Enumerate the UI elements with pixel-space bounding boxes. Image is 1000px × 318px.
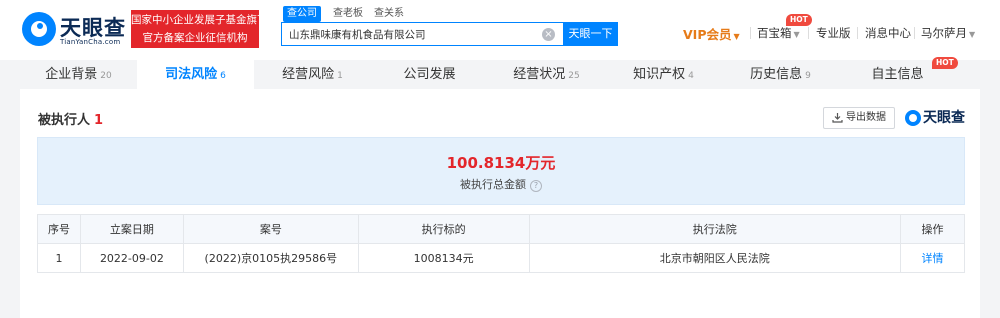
tab-operating-risk[interactable]: 经营风险 1 — [254, 60, 371, 89]
logo-url: TianYanCha.com — [60, 38, 121, 46]
download-icon — [832, 112, 843, 123]
table-row: 1 2022-09-02 (2022)京0105执29586号 1008134元… — [37, 243, 965, 273]
search-button[interactable]: 天眼一下 — [563, 22, 618, 46]
details-link[interactable]: 详情 — [900, 243, 965, 273]
pro-version-link[interactable]: 专业版 — [816, 25, 851, 41]
tab-business-status[interactable]: 经营状况 25 — [488, 60, 605, 89]
tab-search-boss[interactable]: 查老板 — [329, 6, 367, 22]
search-input-value: 山东鼎味康有机食品有限公司 — [289, 29, 426, 41]
section-title: 被执行人 1 — [38, 113, 104, 128]
user-menu[interactable]: 马尔萨月 ▼ — [921, 25, 975, 41]
cell-court: 北京市朝阳区人民法院 — [528, 243, 902, 273]
gov-badge[interactable]: 国家中小企业发展子基金旗下 官方备案企业征信机构 — [131, 10, 268, 48]
tab-enterprise-background[interactable]: 企业背景 20 — [20, 60, 137, 89]
cell-case-number: (2022)京0105执29586号 — [182, 243, 359, 273]
tab-judicial-risk[interactable]: 司法风险 6 — [137, 60, 254, 89]
tab-intellectual-property[interactable]: 知识产权 4 — [605, 60, 722, 89]
search-input[interactable]: 山东鼎味康有机食品有限公司 × — [281, 22, 563, 46]
col-court: 执行法院 — [528, 214, 902, 244]
help-icon[interactable]: ? — [530, 180, 542, 192]
col-execution-amount: 执行标的 — [357, 214, 530, 244]
treasure-box-menu[interactable]: 百宝箱 ▼ — [757, 25, 800, 41]
col-filing-date: 立案日期 — [79, 214, 184, 244]
message-center-link[interactable]: 消息中心 — [865, 25, 911, 41]
cell-index: 1 — [37, 243, 81, 273]
col-action: 操作 — [900, 214, 965, 244]
tab-search-relation[interactable]: 查关系 — [370, 6, 408, 22]
gov-badge-line2: 官方备案企业征信机构 — [142, 32, 248, 44]
export-data-button[interactable]: 导出数据 — [823, 107, 895, 129]
tianyancha-logo[interactable]: 天眼查 TianYanCha.com — [22, 8, 125, 52]
tianyancha-watermark-logo: 天眼查 — [905, 108, 970, 128]
caret-down-icon: ▼ — [733, 32, 740, 41]
vip-menu[interactable]: VIP会员 ▼ — [683, 24, 740, 43]
judgment-debtor-panel: 被执行人 1 导出数据 天眼查 100.8134万元 被执行总金额? 序号 立案日… — [20, 89, 980, 318]
cell-filing-date: 2022-09-02 — [79, 243, 184, 273]
total-amount-summary: 100.8134万元 被执行总金额? — [37, 137, 965, 205]
eye-icon — [22, 12, 56, 46]
judgment-debtor-table: 序号 立案日期 案号 执行标的 执行法院 操作 1 2022-09-02 (20… — [37, 214, 965, 273]
total-amount-label: 被执行总金额? — [38, 176, 964, 192]
category-tabs: 企业背景 20 司法风险 6 经营风险 1 公司发展 经营状况 25 知识产权 4 历史信… — [20, 60, 980, 89]
eye-icon — [905, 110, 921, 126]
col-case-number: 案号 — [182, 214, 359, 244]
table-header-row: 序号 立案日期 案号 执行标的 执行法院 操作 — [37, 214, 965, 244]
section-count: 1 — [94, 113, 104, 128]
top-header: 天眼查 TianYanCha.com 国家中小企业发展子基金旗下 官方备案企业征… — [0, 0, 1000, 60]
clear-icon[interactable]: × — [542, 28, 555, 41]
cell-execution-amount: 1008134元 — [357, 243, 530, 273]
gov-badge-line1: 国家中小企业发展子基金旗下 — [131, 14, 268, 26]
caret-down-icon: ▼ — [793, 30, 800, 39]
total-amount-value: 100.8134万元 — [446, 154, 556, 172]
caret-down-icon: ▼ — [969, 30, 976, 39]
tab-history-info[interactable]: 历史信息 9 — [722, 60, 839, 89]
tab-company-development[interactable]: 公司发展 — [371, 60, 488, 89]
hot-badge: HOT — [786, 14, 812, 26]
col-index: 序号 — [37, 214, 81, 244]
tab-search-company[interactable]: 查公司 — [283, 6, 321, 22]
hot-badge: HOT — [932, 57, 958, 69]
